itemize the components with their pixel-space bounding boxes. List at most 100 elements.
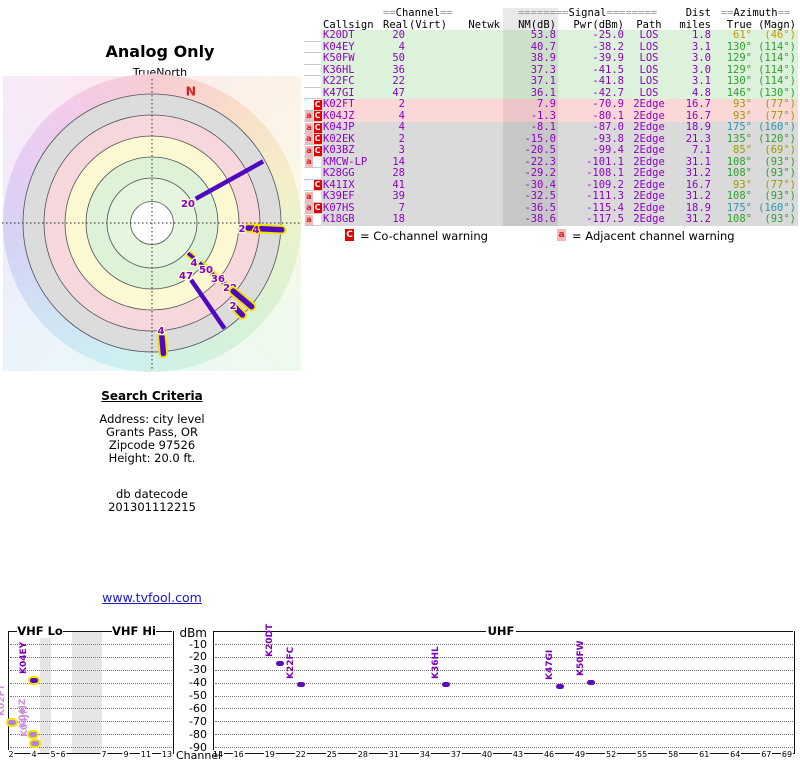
table-row: a K39EF 39 -32.5 -111.3 2Edge 31.2 108° (93°) bbox=[304, 191, 798, 203]
signal-callsign-label: K47GI bbox=[545, 649, 555, 681]
signal-bar bbox=[8, 719, 16, 725]
cell-virt bbox=[407, 65, 443, 77]
channel-tick-label: 55 bbox=[636, 750, 649, 759]
co-channel-warning-icon: C bbox=[313, 180, 322, 191]
gridline bbox=[10, 708, 172, 710]
signal-callsign-label: K02FT bbox=[0, 684, 7, 717]
cell-path: LOS bbox=[639, 75, 659, 88]
cell-callsign: K18GB bbox=[323, 213, 355, 226]
signal-bar bbox=[587, 679, 595, 685]
cell-path: 2Edge bbox=[633, 213, 665, 226]
co-channel-legend-icon: C bbox=[345, 229, 354, 241]
cell-nm: 7.9 bbox=[503, 98, 558, 111]
tvfool-link[interactable]: www.tvfool.com bbox=[102, 590, 202, 605]
cell-virt bbox=[407, 30, 443, 42]
cell-virt bbox=[407, 42, 443, 54]
cell-pwr: -41.8 bbox=[592, 75, 624, 88]
cell-netwk bbox=[443, 214, 503, 226]
tvfool-report: Analog Only TrueNorth 202445036222474N =… bbox=[0, 0, 800, 768]
criteria-height: Height: 20.0 ft. bbox=[108, 451, 196, 465]
radar-channel-label: 4 bbox=[253, 225, 260, 236]
cell-real: 50 bbox=[392, 52, 405, 65]
channel-tick-label: 52 bbox=[605, 750, 618, 759]
channel-tick-label: 5 bbox=[49, 750, 57, 759]
criteria-city: Grants Pass, OR bbox=[106, 425, 198, 439]
gridline bbox=[215, 708, 793, 710]
gridline bbox=[215, 695, 793, 697]
radar-channel-label: 4 bbox=[191, 258, 198, 269]
adjacent-channel-warning-icon: a bbox=[305, 203, 313, 214]
cell-dist: 16.7 bbox=[685, 98, 711, 111]
cell-nm: 37.1 bbox=[503, 75, 558, 88]
cell-callsign: K20DT bbox=[323, 29, 355, 41]
tvfool-link-wrap: www.tvfool.com bbox=[32, 590, 272, 605]
channel-tick-label: 13 bbox=[160, 750, 174, 759]
cell-virt bbox=[407, 134, 443, 146]
cell-nm: -38.6 bbox=[503, 214, 558, 226]
channel-tick-label: 34 bbox=[418, 750, 431, 759]
cell-netwk bbox=[443, 122, 503, 134]
gridline bbox=[215, 669, 793, 671]
radar-channel-label: 20 bbox=[181, 199, 195, 210]
co-channel-warning-icon: C bbox=[313, 203, 322, 214]
table-row: a K18GB 18 -38.6 -117.5 2Edge 31.2 108° (93°) bbox=[304, 214, 798, 226]
cell-virt bbox=[407, 88, 443, 100]
cell-az-magn: (114°) bbox=[758, 75, 796, 88]
cell-callsign: K04JP bbox=[323, 121, 355, 134]
vhf-hi-band-label: VHF Hi bbox=[112, 624, 156, 638]
db-datecode-label: db datecode bbox=[116, 487, 188, 501]
channel-tick-label: 58 bbox=[667, 750, 680, 759]
channel-tick-label: 11 bbox=[139, 750, 153, 759]
search-criteria-title: Search Criteria bbox=[101, 389, 203, 403]
db-datecode-value: 201301112215 bbox=[108, 500, 196, 514]
criteria-zipcode: Zipcode 97526 bbox=[108, 438, 196, 452]
co-channel-warning-icon: C bbox=[313, 122, 322, 133]
cell-virt bbox=[407, 157, 443, 169]
adjacent-channel-warning-icon: a bbox=[305, 191, 313, 202]
gridline bbox=[215, 747, 793, 748]
cell-virt bbox=[407, 191, 443, 203]
cell-virt bbox=[407, 180, 443, 192]
cell-nm: 38.9 bbox=[503, 52, 558, 65]
adjacent-channel-warning-icon: a bbox=[305, 145, 313, 156]
cell-dist: 3.0 bbox=[692, 52, 711, 65]
magnetic-north-marker: N bbox=[186, 84, 196, 99]
table-row: a C K04JP 4 -8.1 -87.0 2Edge 18.9 175° (160°) bbox=[304, 122, 798, 134]
cell-real: 22 bbox=[392, 75, 405, 88]
cell-callsign: K50FW bbox=[323, 52, 355, 65]
table-row: K20DT 20 53.8 -25.0 LOS 1.8 61° (46°) bbox=[304, 29, 798, 42]
criteria-address: Address: city level bbox=[99, 412, 205, 426]
cell-az-magn: (46°) bbox=[764, 29, 796, 41]
cell-netwk bbox=[443, 180, 503, 192]
adjacent-channel-warning-icon: a bbox=[305, 111, 313, 122]
cell-pwr: -117.5 bbox=[586, 213, 624, 226]
cell-path: 2Edge bbox=[633, 144, 665, 157]
signal-bar bbox=[29, 731, 37, 737]
cell-netwk bbox=[443, 53, 503, 65]
cell-az-true: 130° bbox=[726, 75, 752, 88]
co-channel-warning-icon: C bbox=[313, 134, 322, 145]
cell-az-magn: (114°) bbox=[758, 52, 796, 65]
signal-callsign-label: K04EY bbox=[19, 642, 29, 675]
gridline bbox=[10, 644, 172, 645]
channel-tick-label: 67 bbox=[760, 750, 773, 759]
cell-virt bbox=[407, 122, 443, 134]
cell-netwk bbox=[443, 76, 503, 88]
channel-tick-label: 40 bbox=[480, 750, 494, 759]
cell-path: LOS bbox=[639, 29, 659, 41]
signal-bar bbox=[31, 740, 39, 746]
channel-tick-label: 69 bbox=[780, 750, 794, 759]
cell-netwk bbox=[443, 203, 503, 215]
radar-signal-capsule bbox=[258, 225, 285, 233]
dbm-tick-label: -20 bbox=[189, 650, 207, 664]
cell-az-true: 61° bbox=[733, 29, 752, 41]
channel-tick-label: 46 bbox=[542, 750, 556, 759]
cell-az-magn: (69°) bbox=[764, 144, 796, 157]
radar-channel-label: 2 bbox=[239, 224, 246, 235]
cell-virt bbox=[407, 53, 443, 65]
channel-tick-label: 7 bbox=[100, 750, 108, 759]
cell-virt bbox=[407, 111, 443, 123]
adjacent-channel-warning-icon: a bbox=[305, 134, 313, 145]
cell-netwk bbox=[443, 99, 503, 111]
radar-channel-label: 4 bbox=[158, 326, 165, 337]
